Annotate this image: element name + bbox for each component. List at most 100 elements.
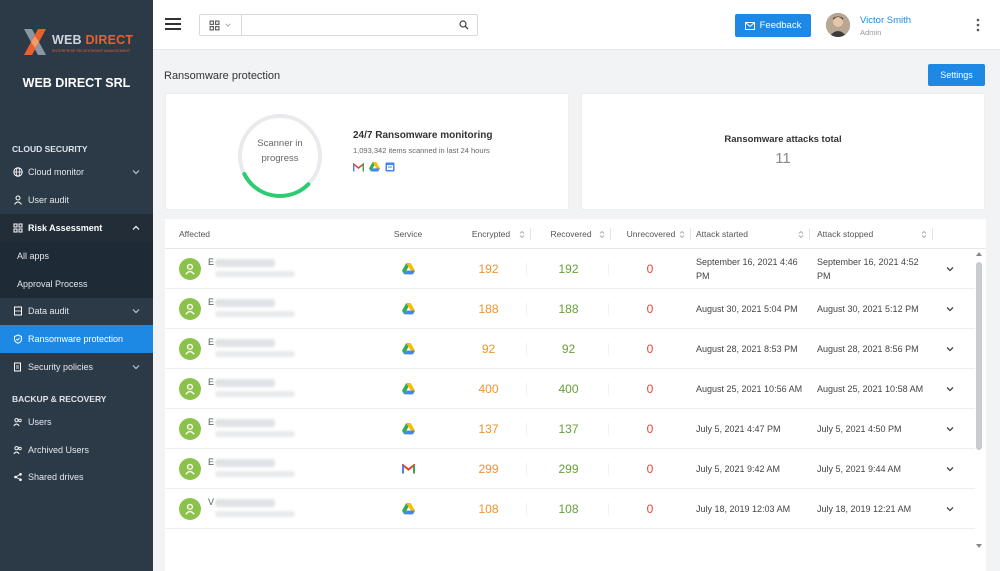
sidebar-item-risk-assessment[interactable]: Risk Assessment: [0, 214, 153, 242]
attack-stopped: July 5, 2021 4:50 PM: [817, 424, 902, 434]
search-input[interactable]: [246, 17, 446, 33]
sidebar-item-all-apps[interactable]: All apps: [0, 242, 153, 270]
table-row[interactable]: E 137 137 0 July 5, 2021 4:47 PM July 5, 2021…: [165, 409, 975, 449]
attack-stopped: August 30, 2021 5:12 PM: [817, 304, 919, 314]
sidebar-item-shared-drives[interactable]: Shared drives: [0, 463, 153, 491]
blurred-user-name: [215, 419, 275, 427]
feedback-label: Feedback: [759, 20, 802, 31]
blurred-user-name: [215, 459, 275, 467]
expand-row-button[interactable]: [943, 449, 957, 489]
sidebar: WEB DIRECT ENTERPRISE RELATIONSHIP MANAG…: [0, 0, 153, 571]
table-row[interactable]: E 400 400 0 August 25, 2021 10:56 AM August 2…: [165, 369, 975, 409]
sidebar-item-label: Cloud monitor: [28, 167, 85, 177]
blurred-user-name: [215, 259, 275, 267]
google-drive-icon: [365, 369, 451, 409]
google-drive-icon: [365, 489, 451, 529]
attack-stopped: August 25, 2021 10:58 AM: [817, 384, 924, 394]
header-unrecovered[interactable]: Unrecovered: [611, 219, 691, 249]
expand-row-button[interactable]: [943, 289, 957, 329]
avatar[interactable]: [826, 13, 850, 37]
sidebar-item-approval-process[interactable]: Approval Process: [0, 270, 153, 298]
sidebar-item-ransomware-protection[interactable]: Ransomware protection: [0, 325, 153, 353]
user-icon: [12, 195, 23, 206]
encrypted-count: 92: [481, 342, 496, 356]
attack-started: August 25, 2021 10:56 AM: [696, 384, 803, 394]
affected-user-initial: V: [208, 497, 215, 507]
header-service[interactable]: Service: [365, 219, 451, 249]
avatar: [179, 338, 201, 360]
header-affected[interactable]: Affected: [179, 219, 379, 249]
table-row[interactable]: E 92 92 0 August 28, 2021 8:53 PM August 28, …: [165, 329, 975, 369]
header-attack-started[interactable]: Attack started: [696, 219, 810, 249]
attack-stopped: July 5, 2021 9:44 AM: [817, 464, 902, 474]
expand-row-button[interactable]: [943, 249, 957, 289]
google-drive-icon: [365, 409, 451, 449]
unrecovered-count: 0: [646, 342, 654, 356]
company-name: WEB DIRECT SRL: [22, 76, 131, 90]
table-row[interactable]: V 108 108 0 July 18, 2019 12:03 AM July 18, 2…: [165, 489, 975, 529]
user-role: Admin: [860, 28, 882, 37]
scrollbar-thumb[interactable]: [976, 262, 982, 450]
google-drive-icon: [365, 329, 451, 369]
scroll-down-icon[interactable]: [974, 542, 984, 550]
sidebar-item-label: Security policies: [28, 362, 94, 372]
search-icon[interactable]: [459, 20, 469, 30]
blurred-user-email: [215, 511, 295, 517]
attack-started: July 18, 2019 12:03 AM: [696, 504, 791, 514]
table-row[interactable]: E 299 299 0 July 5, 2021 9:42 AM July 5, 2021…: [165, 449, 975, 489]
chevron-up-icon: [132, 225, 140, 230]
gmail-icon: [365, 449, 451, 489]
hamburger-menu-icon[interactable]: [165, 17, 181, 31]
recovered-count: 188: [558, 302, 579, 316]
recovered-count: 92: [561, 342, 576, 356]
sidebar-item-archived-users[interactable]: Archived Users: [0, 436, 153, 464]
table-row[interactable]: E 192 192 0 September 16, 2021 4:46 PM Septem…: [165, 249, 975, 289]
recovered-count: 400: [558, 382, 579, 396]
user-name[interactable]: Victor Smith: [860, 15, 911, 26]
envelope-icon: [744, 21, 755, 30]
expand-row-button[interactable]: [943, 369, 957, 409]
header-recovered[interactable]: Recovered: [531, 219, 611, 249]
search-scope-dropdown[interactable]: [200, 15, 242, 35]
google-drive-icon: [369, 162, 380, 172]
chevron-down-icon: [225, 23, 231, 27]
encrypted-count: 400: [478, 382, 499, 396]
header-encrypted[interactable]: Encrypted: [451, 219, 531, 249]
table-row[interactable]: E 188 188 0 August 30, 2021 5:04 PM August 30…: [165, 289, 975, 329]
sidebar-item-data-audit[interactable]: Data audit: [0, 297, 153, 325]
unrecovered-count: 0: [646, 302, 654, 316]
sidebar-item-user-audit[interactable]: User audit: [0, 186, 153, 214]
sidebar-item-security-policies[interactable]: Security policies: [0, 353, 153, 381]
attack-stopped: September 16, 2021 4:52 PM: [817, 257, 919, 281]
chevron-down-icon: [132, 365, 140, 370]
feedback-button[interactable]: Feedback: [735, 14, 811, 37]
attacks-total-title: Ransomware attacks total: [724, 134, 842, 145]
sidebar-item-label: Approval Process: [17, 279, 88, 289]
table-scrollbar[interactable]: [974, 250, 984, 550]
logo-tagline: ENTERPRISE RELATIONSHIP MANAGEMENT: [52, 49, 131, 53]
attack-started: August 28, 2021 8:53 PM: [696, 344, 798, 354]
expand-row-button[interactable]: [943, 409, 957, 449]
header-attack-stopped[interactable]: Attack stopped: [817, 219, 933, 249]
more-options-icon[interactable]: [975, 17, 981, 33]
scanner-status: Scanner in progress: [257, 138, 303, 164]
chevron-down-icon: [946, 507, 954, 512]
archived-users-icon: [12, 445, 23, 456]
sidebar-item-users[interactable]: Users: [0, 408, 153, 436]
expand-row-button[interactable]: [943, 329, 957, 369]
expand-row-button[interactable]: [943, 489, 957, 529]
sidebar-item-cloud-monitor[interactable]: Cloud monitor: [0, 158, 153, 186]
settings-button[interactable]: Settings: [928, 64, 985, 86]
chevron-down-icon: [946, 267, 954, 272]
encrypted-count: 192: [478, 262, 499, 276]
affected-user-initial: E: [208, 337, 215, 347]
attacks-table: Affected Service Encrypted Recovered Unr…: [165, 219, 986, 571]
encrypted-count: 108: [478, 502, 499, 516]
sidebar-item-label: Risk Assessment: [28, 223, 103, 233]
unrecovered-count: 0: [646, 502, 654, 516]
chevron-down-icon: [946, 427, 954, 432]
scroll-up-icon[interactable]: [974, 250, 984, 258]
encrypted-count: 188: [478, 302, 499, 316]
web-direct-logo[interactable]: WEB DIRECT ENTERPRISE RELATIONSHIP MANAG…: [22, 27, 133, 61]
blurred-user-email: [215, 431, 295, 437]
